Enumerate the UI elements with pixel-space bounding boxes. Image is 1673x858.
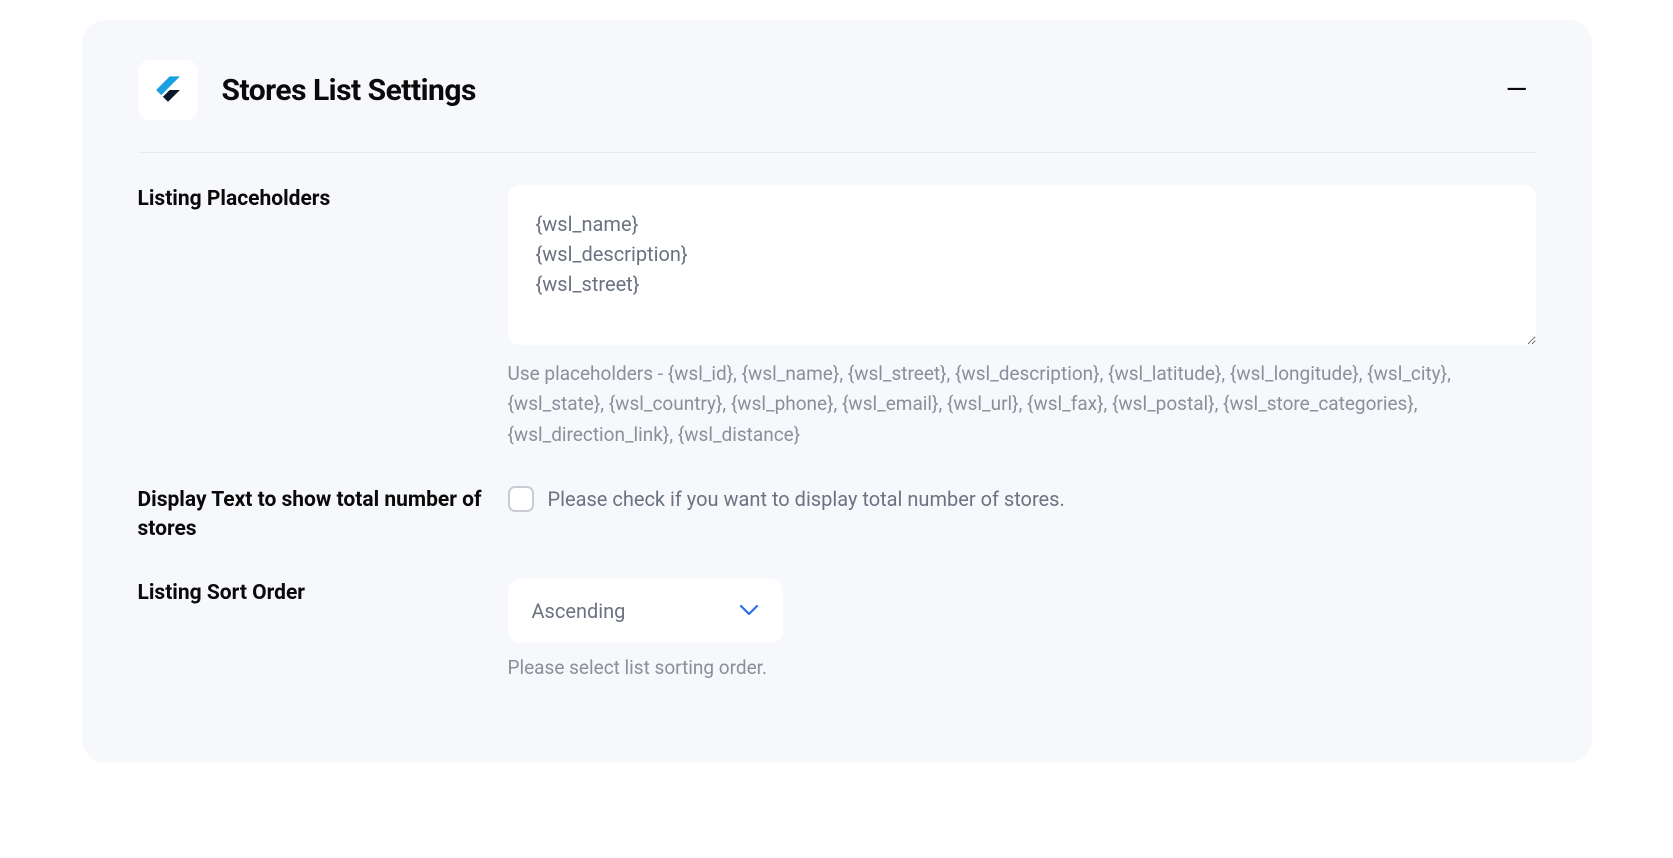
panel-title: Stores List Settings	[222, 73, 476, 108]
listing-placeholders-textarea[interactable]	[508, 185, 1536, 345]
collapse-toggle-icon[interactable]: —	[1498, 72, 1536, 108]
field-control-placeholders: Use placeholders - {wsl_id}, {wsl_name},…	[508, 185, 1536, 450]
chevron-down-icon	[739, 601, 759, 620]
field-label-sort-order: Listing Sort Order	[138, 579, 508, 607]
placeholders-help-text: Use placeholders - {wsl_id}, {wsl_name},…	[508, 359, 1536, 450]
panel-header-left: Stores List Settings	[138, 60, 476, 120]
app-logo-icon	[151, 73, 185, 107]
panel-header: Stores List Settings —	[138, 60, 1536, 153]
field-label-placeholders: Listing Placeholders	[138, 185, 508, 213]
sort-order-select[interactable]: Ascending	[508, 579, 783, 643]
field-control-sort-order: Ascending Please select list sorting ord…	[508, 579, 1536, 683]
field-control-display-total: Please check if you want to display tota…	[508, 486, 1536, 512]
display-total-checkbox[interactable]	[508, 486, 534, 512]
display-total-checkbox-label: Please check if you want to display tota…	[548, 487, 1065, 511]
field-sort-order: Listing Sort Order Ascending Please sele…	[138, 579, 1536, 683]
sort-order-value: Ascending	[532, 599, 626, 623]
field-label-display-total: Display Text to show total number of sto…	[138, 486, 508, 543]
display-total-checkbox-row: Please check if you want to display tota…	[508, 486, 1536, 512]
sort-order-help-text: Please select list sorting order.	[508, 653, 1536, 683]
settings-panel: Stores List Settings — Listing Placehold…	[82, 20, 1592, 763]
panel-logo	[138, 60, 198, 120]
field-display-total: Display Text to show total number of sto…	[138, 486, 1536, 543]
field-listing-placeholders: Listing Placeholders Use placeholders - …	[138, 185, 1536, 450]
